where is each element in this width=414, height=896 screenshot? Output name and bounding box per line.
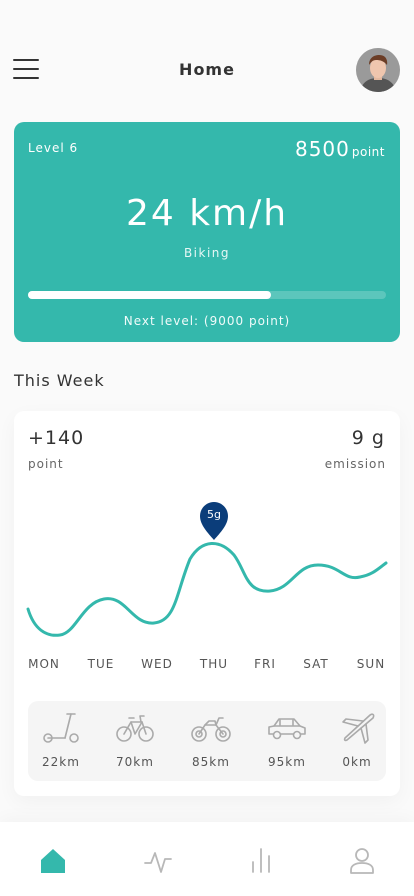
points-value: 8500 <box>294 137 350 161</box>
transport-mode-car[interactable]: 95km <box>257 701 317 781</box>
day-label-thu[interactable]: THU <box>200 657 228 671</box>
map-pin-marker[interactable]: 5g <box>200 502 228 540</box>
level-label: Level 6 <box>28 141 79 155</box>
profile-icon <box>350 848 374 874</box>
scooter-distance: 22km <box>42 755 80 769</box>
weekly-line-chart: 5g <box>26 502 388 637</box>
transport-modes: 22km 70km 85km 95km 0km <box>28 701 386 781</box>
transport-mode-bicycle[interactable]: 70km <box>105 701 165 781</box>
bottom-tab-bar <box>0 822 414 896</box>
car-icon <box>268 718 306 740</box>
activity-label: Biking <box>183 246 231 260</box>
day-label-tue[interactable]: TUE <box>88 657 115 671</box>
speed-value: 24 km/h <box>125 193 289 234</box>
activity-icon <box>144 852 172 873</box>
airplane-distance: 0km <box>342 755 372 769</box>
motorcycle-icon <box>191 717 231 742</box>
points-unit: point <box>351 145 385 159</box>
page-title: Home <box>179 60 235 79</box>
tab-statistics[interactable] <box>241 842 281 882</box>
car-distance: 95km <box>268 755 306 769</box>
day-label-fri[interactable]: FRI <box>254 657 276 671</box>
marker-label: 5g <box>207 508 221 521</box>
tab-home[interactable] <box>33 842 73 882</box>
weekly-summary-card: +140 point 9 g emission 5g MON TUE WED T… <box>14 411 400 796</box>
bicycle-icon <box>116 715 154 742</box>
points-total: 8500 point <box>295 137 385 161</box>
next-level-text: Next level: (9000 point) <box>123 314 291 328</box>
transport-mode-airplane[interactable]: 0km <box>327 701 387 781</box>
avatar[interactable] <box>356 48 400 92</box>
scooter-icon <box>43 713 79 743</box>
day-label-sat[interactable]: SAT <box>303 657 328 671</box>
weekday-axis: MON TUE WED THU FRI SAT SUN <box>14 657 400 673</box>
weekly-trend-line <box>26 542 388 637</box>
tab-profile[interactable] <box>342 842 382 882</box>
transport-mode-motorcycle[interactable]: 85km <box>181 701 241 781</box>
bar-chart-icon <box>252 848 270 873</box>
airplane-icon <box>342 713 375 744</box>
motorcycle-distance: 85km <box>192 755 230 769</box>
level-progress-fill <box>28 291 272 299</box>
home-icon <box>41 849 65 873</box>
day-label-mon[interactable]: MON <box>28 657 60 671</box>
section-title-this-week: This Week <box>14 371 105 390</box>
level-card: Level 6 8500 point 24 km/h Biking Next le… <box>14 122 400 342</box>
header: Home <box>0 46 414 94</box>
day-label-wed[interactable]: WED <box>141 657 173 671</box>
transport-mode-scooter[interactable]: 22km <box>31 701 91 781</box>
day-label-sun[interactable]: SUN <box>357 657 385 671</box>
tab-activity[interactable] <box>138 842 178 882</box>
bicycle-distance: 70km <box>116 755 154 769</box>
level-progress-bar <box>28 291 386 299</box>
